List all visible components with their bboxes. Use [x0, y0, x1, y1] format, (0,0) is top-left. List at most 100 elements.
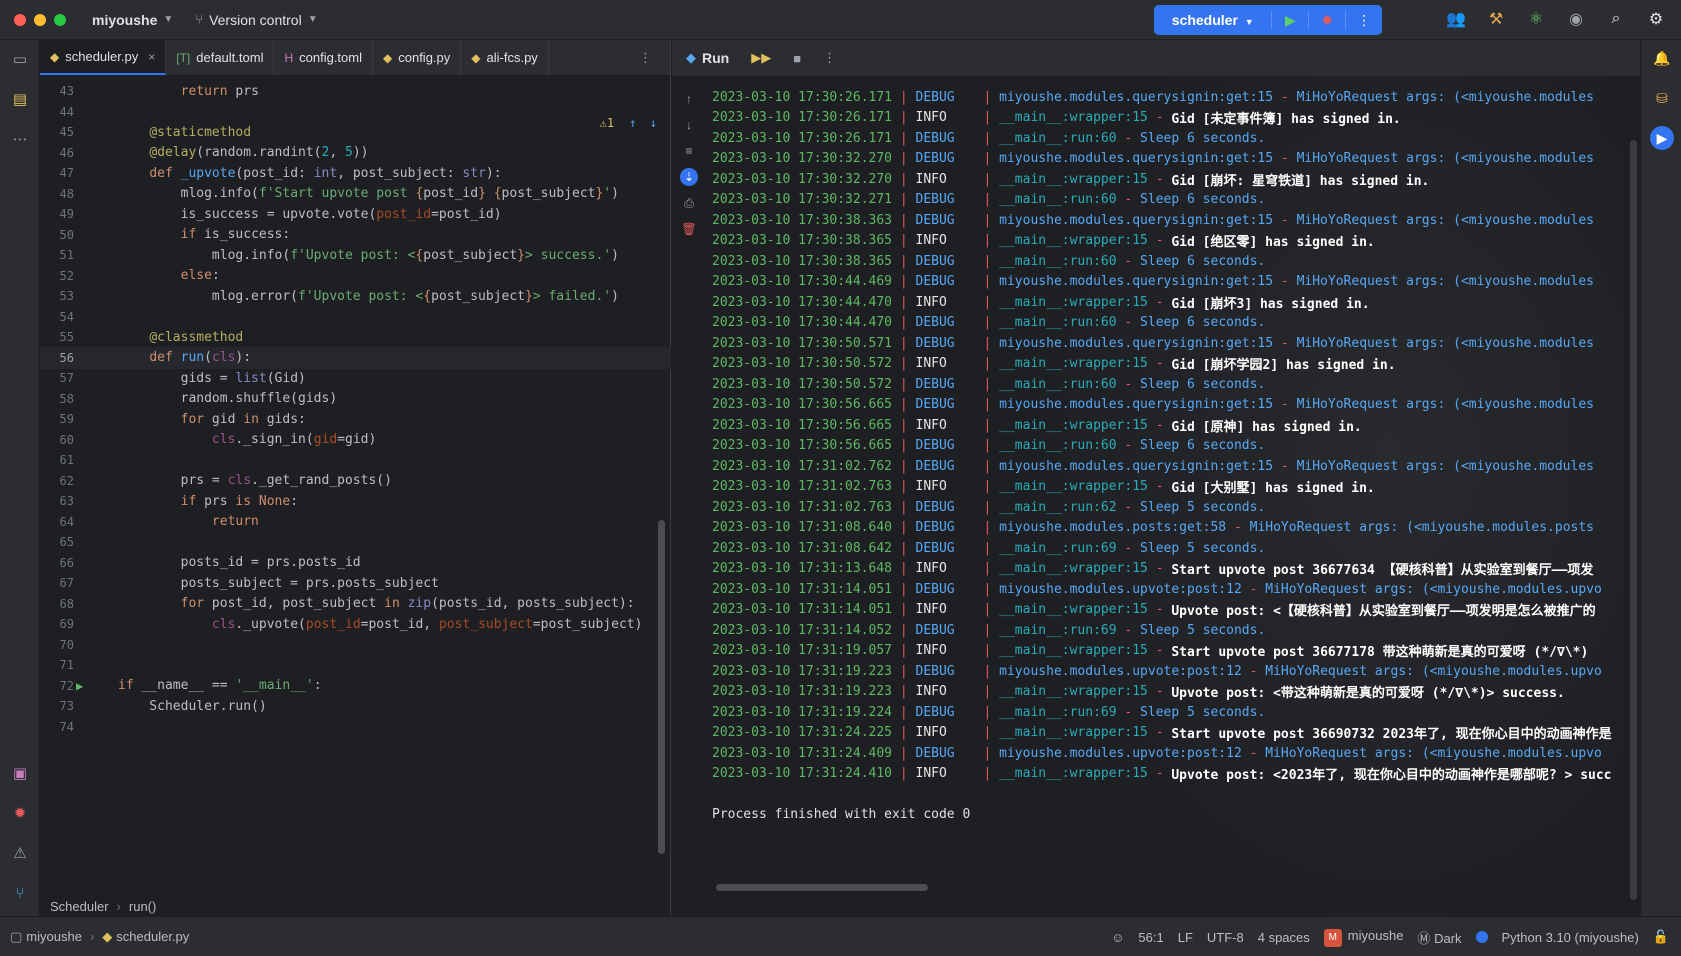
log-line: 2023-03-10 17:30:26.171 | INFO | __main__… — [712, 107, 1624, 129]
tabs-more-icon[interactable]: ⋮ — [639, 50, 652, 66]
run-tool-icon[interactable]: ▶ — [1650, 126, 1674, 150]
debug-tool-icon[interactable]: ✹ — [8, 802, 32, 826]
status-file[interactable]: scheduler.py — [116, 929, 189, 944]
project-selector[interactable]: miyoushe ▼ — [66, 12, 173, 28]
scroll-down-icon[interactable]: ↓ — [680, 116, 698, 134]
build-tools-icon[interactable]: ⚒ — [1485, 9, 1507, 29]
code-line[interactable]: 71 — [40, 654, 671, 676]
line-separator[interactable]: LF — [1178, 930, 1193, 945]
clear-console-icon[interactable]: 🗑 — [680, 220, 698, 238]
code-line[interactable]: 69 cls._upvote(post_id=post_id, post_sub… — [40, 613, 671, 635]
code-line[interactable]: 44 — [40, 101, 671, 123]
gutter-run-icon[interactable]: ▶ — [76, 679, 83, 693]
log-module: miyoushe.modules.querysignin:get:15 — [999, 212, 1274, 228]
code-line[interactable]: 63 if prs is None: — [40, 490, 671, 512]
code-line[interactable]: 72 if __name__ == '__main__': ▶ — [40, 675, 671, 697]
run-config-selector[interactable]: scheduler ▼ — [1154, 12, 1271, 28]
services-icon[interactable]: ◉ — [1565, 9, 1587, 29]
breadcrumb-item[interactable]: run() — [129, 899, 156, 914]
tab-default-toml[interactable]: [T] default.toml — [166, 40, 275, 75]
indent-setting[interactable]: 4 spaces — [1258, 930, 1310, 945]
project-tool-icon[interactable]: ▭ — [8, 48, 32, 72]
print-icon[interactable]: ⎙ — [680, 194, 698, 212]
scroll-up-icon[interactable]: ↑ — [680, 90, 698, 108]
code-line[interactable]: 64 return — [40, 511, 671, 533]
ai-assistant-icon[interactable]: ☺ — [1111, 930, 1124, 945]
code-text: if __name__ == '__main__': — [118, 678, 322, 693]
minimize-window-button[interactable] — [34, 13, 46, 26]
caret-position[interactable]: 56:1 — [1138, 930, 1163, 945]
log-timestamp: 2023-03-10 17:30:38.365 — [712, 233, 893, 248]
code-line[interactable]: 56 def run(cls): — [40, 346, 671, 369]
log-separator: | — [983, 561, 1000, 576]
rerun-icon[interactable]: ▶▶ — [751, 50, 771, 66]
file-encoding[interactable]: UTF-8 — [1207, 930, 1244, 945]
notifications-icon[interactable]: 🔔 — [1650, 46, 1674, 70]
code-line[interactable]: 67 posts_subject = prs.posts_subject — [40, 572, 671, 594]
code-line[interactable]: 73 Scheduler.run() — [40, 695, 671, 717]
code-line[interactable]: 54 — [40, 306, 671, 328]
more-tools-icon[interactable]: ⋯ — [8, 128, 32, 152]
status-project[interactable]: miyoushe — [26, 929, 82, 944]
code-line[interactable]: 65 — [40, 531, 671, 553]
code-line[interactable]: 47 def _upvote(post_id: int, post_subjec… — [40, 162, 671, 184]
code-line[interactable]: 49 is_success = upvote.vote(post_id=post… — [40, 203, 671, 225]
code-line[interactable]: 52 else: — [40, 265, 671, 287]
soft-wrap-icon[interactable]: ≡ — [680, 142, 698, 160]
terminal-icon[interactable]: ▣ — [8, 762, 32, 786]
log-separator: | — [892, 725, 916, 740]
code-line[interactable]: 53 mlog.error(f'Upvote post: <{post_subj… — [40, 285, 671, 307]
code-line[interactable]: 59 for gid in gids: — [40, 408, 671, 430]
more-actions-icon[interactable]: ⋮ — [1346, 12, 1382, 29]
log-timestamp: 2023-03-10 17:30:50.572 — [712, 356, 893, 371]
line-number: 68 — [59, 596, 74, 611]
code-line[interactable]: 57 gids = list(Gid) — [40, 367, 671, 389]
code-line[interactable]: 61 — [40, 449, 671, 471]
code-line[interactable]: 66 posts_id = prs.posts_id — [40, 552, 671, 574]
console-output[interactable]: 2023-03-10 17:30:26.171 | DEBUG | miyoush… — [706, 76, 1624, 916]
code-line[interactable]: 60 cls._sign_in(gid=gid) — [40, 429, 671, 451]
console-horizontal-scrollbar[interactable] — [716, 884, 928, 891]
settings-icon[interactable]: ⚙ — [1645, 9, 1667, 29]
profile-widget[interactable]: Mmiyoushe — [1323, 928, 1403, 947]
tab-ali-fcs-py[interactable]: ◆ ali-fcs.py — [461, 40, 549, 75]
code-line[interactable]: 51 mlog.info(f'Upvote post: <{post_subje… — [40, 244, 671, 266]
code-area[interactable]: ⚠1 ↑ ↓ 43 return prs 44 45 @staticmethod 46… — [40, 76, 671, 856]
problems-icon[interactable]: ⚠ — [8, 842, 32, 866]
git-icon[interactable]: ⑂ — [8, 882, 32, 906]
code-with-me-icon[interactable]: 👥 — [1445, 9, 1467, 29]
close-window-button[interactable] — [14, 13, 26, 26]
python-interpreter[interactable]: Python 3.10 (miyoushe) — [1502, 930, 1639, 945]
breadcrumb-item[interactable]: Scheduler — [50, 899, 109, 914]
code-line[interactable]: 58 random.shuffle(gids) — [40, 388, 671, 410]
code-line[interactable]: 62 prs = cls._get_rand_posts() — [40, 470, 671, 492]
close-icon[interactable]: × — [148, 50, 155, 64]
structure-tool-icon[interactable]: ▤ — [8, 88, 32, 112]
code-line[interactable]: 55 @classmethod — [40, 326, 671, 348]
tab-config-toml[interactable]: Hconfig.toml — [274, 40, 373, 75]
code-line[interactable]: 68 for post_id, post_subject in zip(post… — [40, 593, 671, 615]
tab-scheduler-py[interactable]: ◆ scheduler.py × — [40, 40, 167, 75]
code-line[interactable]: 74 — [40, 716, 671, 738]
stop-icon[interactable]: ■ — [793, 51, 801, 66]
plugin-atom-icon[interactable]: ⚛ — [1525, 9, 1547, 29]
tab-config-py[interactable]: ◆ config.py — [373, 40, 462, 75]
zoom-window-button[interactable] — [54, 13, 66, 26]
run-tab-title[interactable]: Run — [702, 50, 729, 66]
code-line[interactable]: 50 if is_success: — [40, 224, 671, 246]
code-line[interactable]: 46 @delay(random.randint(2, 5)) — [40, 142, 671, 164]
code-line[interactable]: 70 — [40, 634, 671, 656]
vcs-menu[interactable]: ⑂ Version control ▼ — [195, 12, 317, 28]
code-line[interactable]: 45 @staticmethod — [40, 121, 671, 143]
search-icon[interactable]: ⌕ — [1605, 10, 1627, 28]
code-line[interactable]: 43 return prs — [40, 80, 671, 102]
console-vertical-scrollbar[interactable] — [1630, 140, 1637, 900]
run-icon[interactable]: ▶ — [1272, 12, 1308, 29]
debug-icon[interactable]: ✹ — [1309, 12, 1345, 29]
scroll-to-end-icon[interactable]: ⇣ — [680, 168, 698, 186]
database-icon[interactable]: ⛁ — [1650, 86, 1674, 110]
lock-icon[interactable]: 🔓 — [1653, 929, 1669, 945]
run-more-icon[interactable]: ⋮ — [823, 50, 836, 66]
code-line[interactable]: 48 mlog.info(f'Start upvote post {post_i… — [40, 183, 671, 205]
theme-widget[interactable]: Ⓜ Dark — [1417, 928, 1461, 947]
